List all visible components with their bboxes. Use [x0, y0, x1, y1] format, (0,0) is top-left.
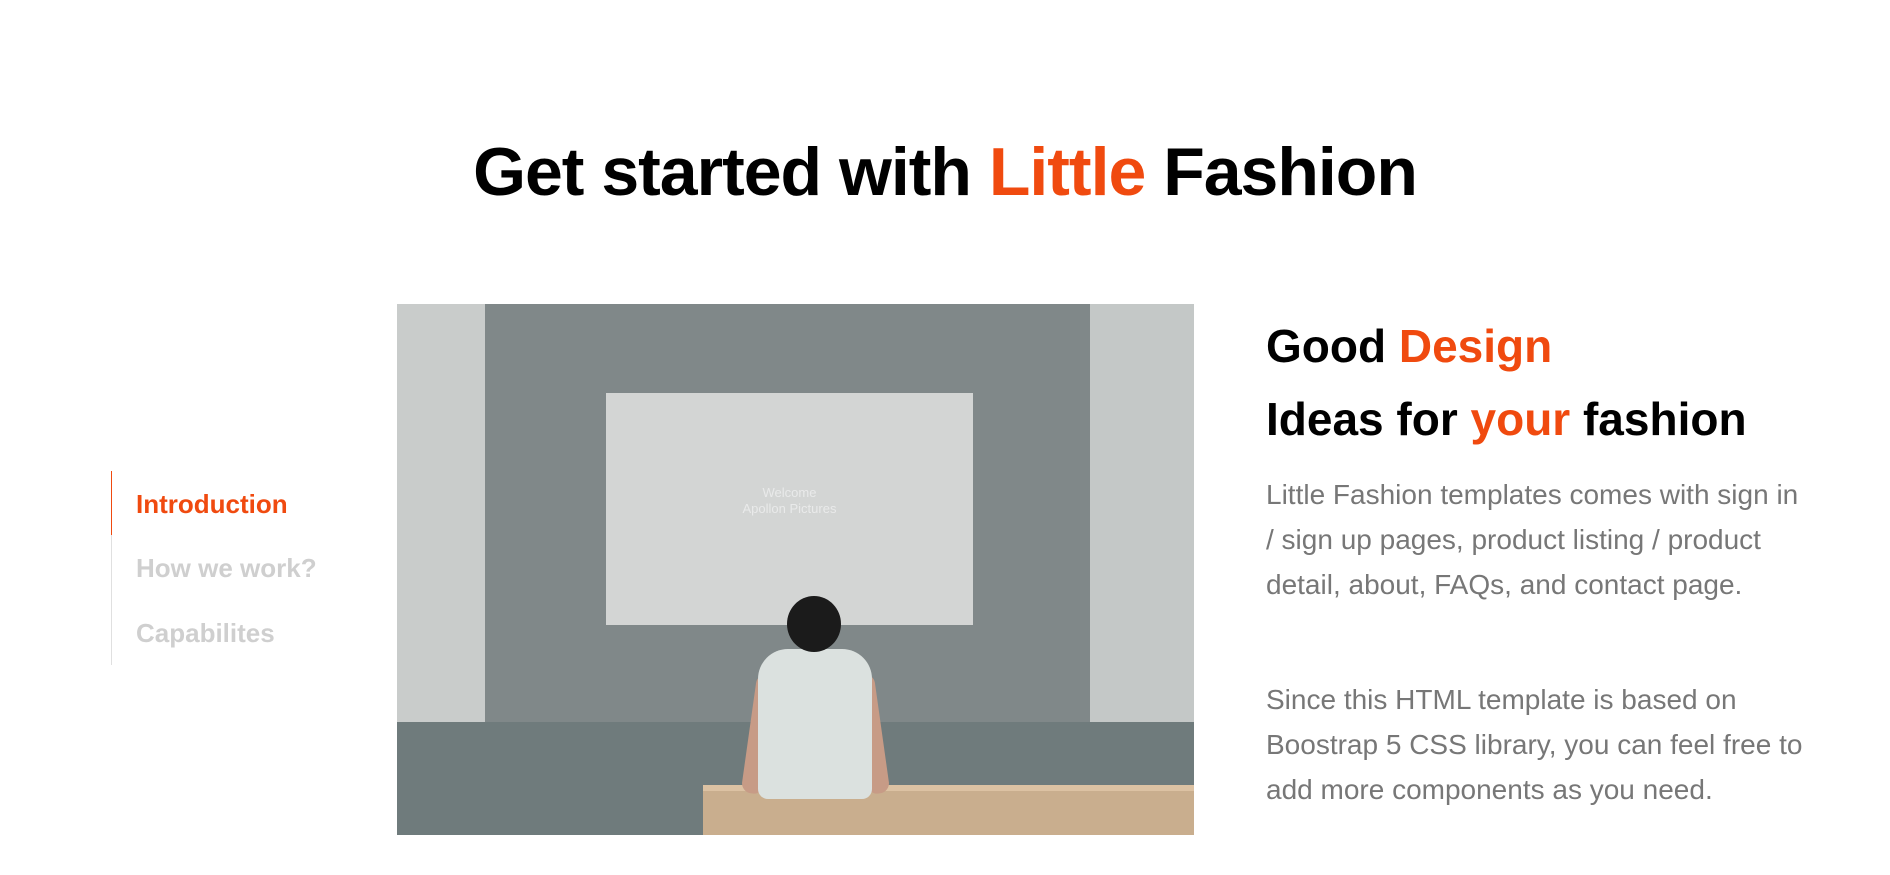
- intro-paragraph: Little Fashion templates comes with sign…: [1266, 479, 1799, 600]
- side-nav: Introduction How we work? Capabilites: [111, 471, 372, 665]
- title-suffix: Fashion: [1163, 134, 1418, 210]
- person-head: [787, 596, 841, 652]
- nav-link-capabilities[interactable]: Capabilites: [136, 618, 275, 649]
- photo-wall-right: [1090, 304, 1194, 734]
- page-title: Get started with Little Fashion: [0, 132, 1890, 212]
- heading-line2-suffix: fashion: [1582, 393, 1747, 445]
- title-accent: Little: [988, 134, 1146, 210]
- section-heading: Good Design Ideas for your fashion: [1266, 310, 1747, 456]
- heading-line2-prefix: Ideas for: [1266, 393, 1458, 445]
- heading-line1-prefix: Good: [1266, 320, 1387, 372]
- screen-text-line1: Welcome: [762, 485, 817, 500]
- screen-text-line2: Apollon Pictures: [742, 501, 837, 516]
- projection-screen: Welcome Apollon Pictures: [606, 393, 973, 625]
- nav-link-how-we-work[interactable]: How we work?: [136, 553, 317, 584]
- bootstrap-paragraph: Since this HTML template is based on Boo…: [1266, 684, 1803, 805]
- heading-line2-accent: your: [1470, 393, 1571, 445]
- photo-wall-left: [397, 304, 485, 734]
- hero-photo: Welcome Apollon Pictures: [397, 304, 1194, 835]
- screen-text: Welcome Apollon Pictures: [606, 485, 973, 517]
- active-indicator: [111, 471, 112, 535]
- title-prefix: Get started with: [473, 134, 972, 210]
- person-torso: [758, 649, 872, 799]
- nav-link-introduction[interactable]: Introduction: [136, 489, 288, 520]
- heading-line1-accent: Design: [1398, 320, 1553, 372]
